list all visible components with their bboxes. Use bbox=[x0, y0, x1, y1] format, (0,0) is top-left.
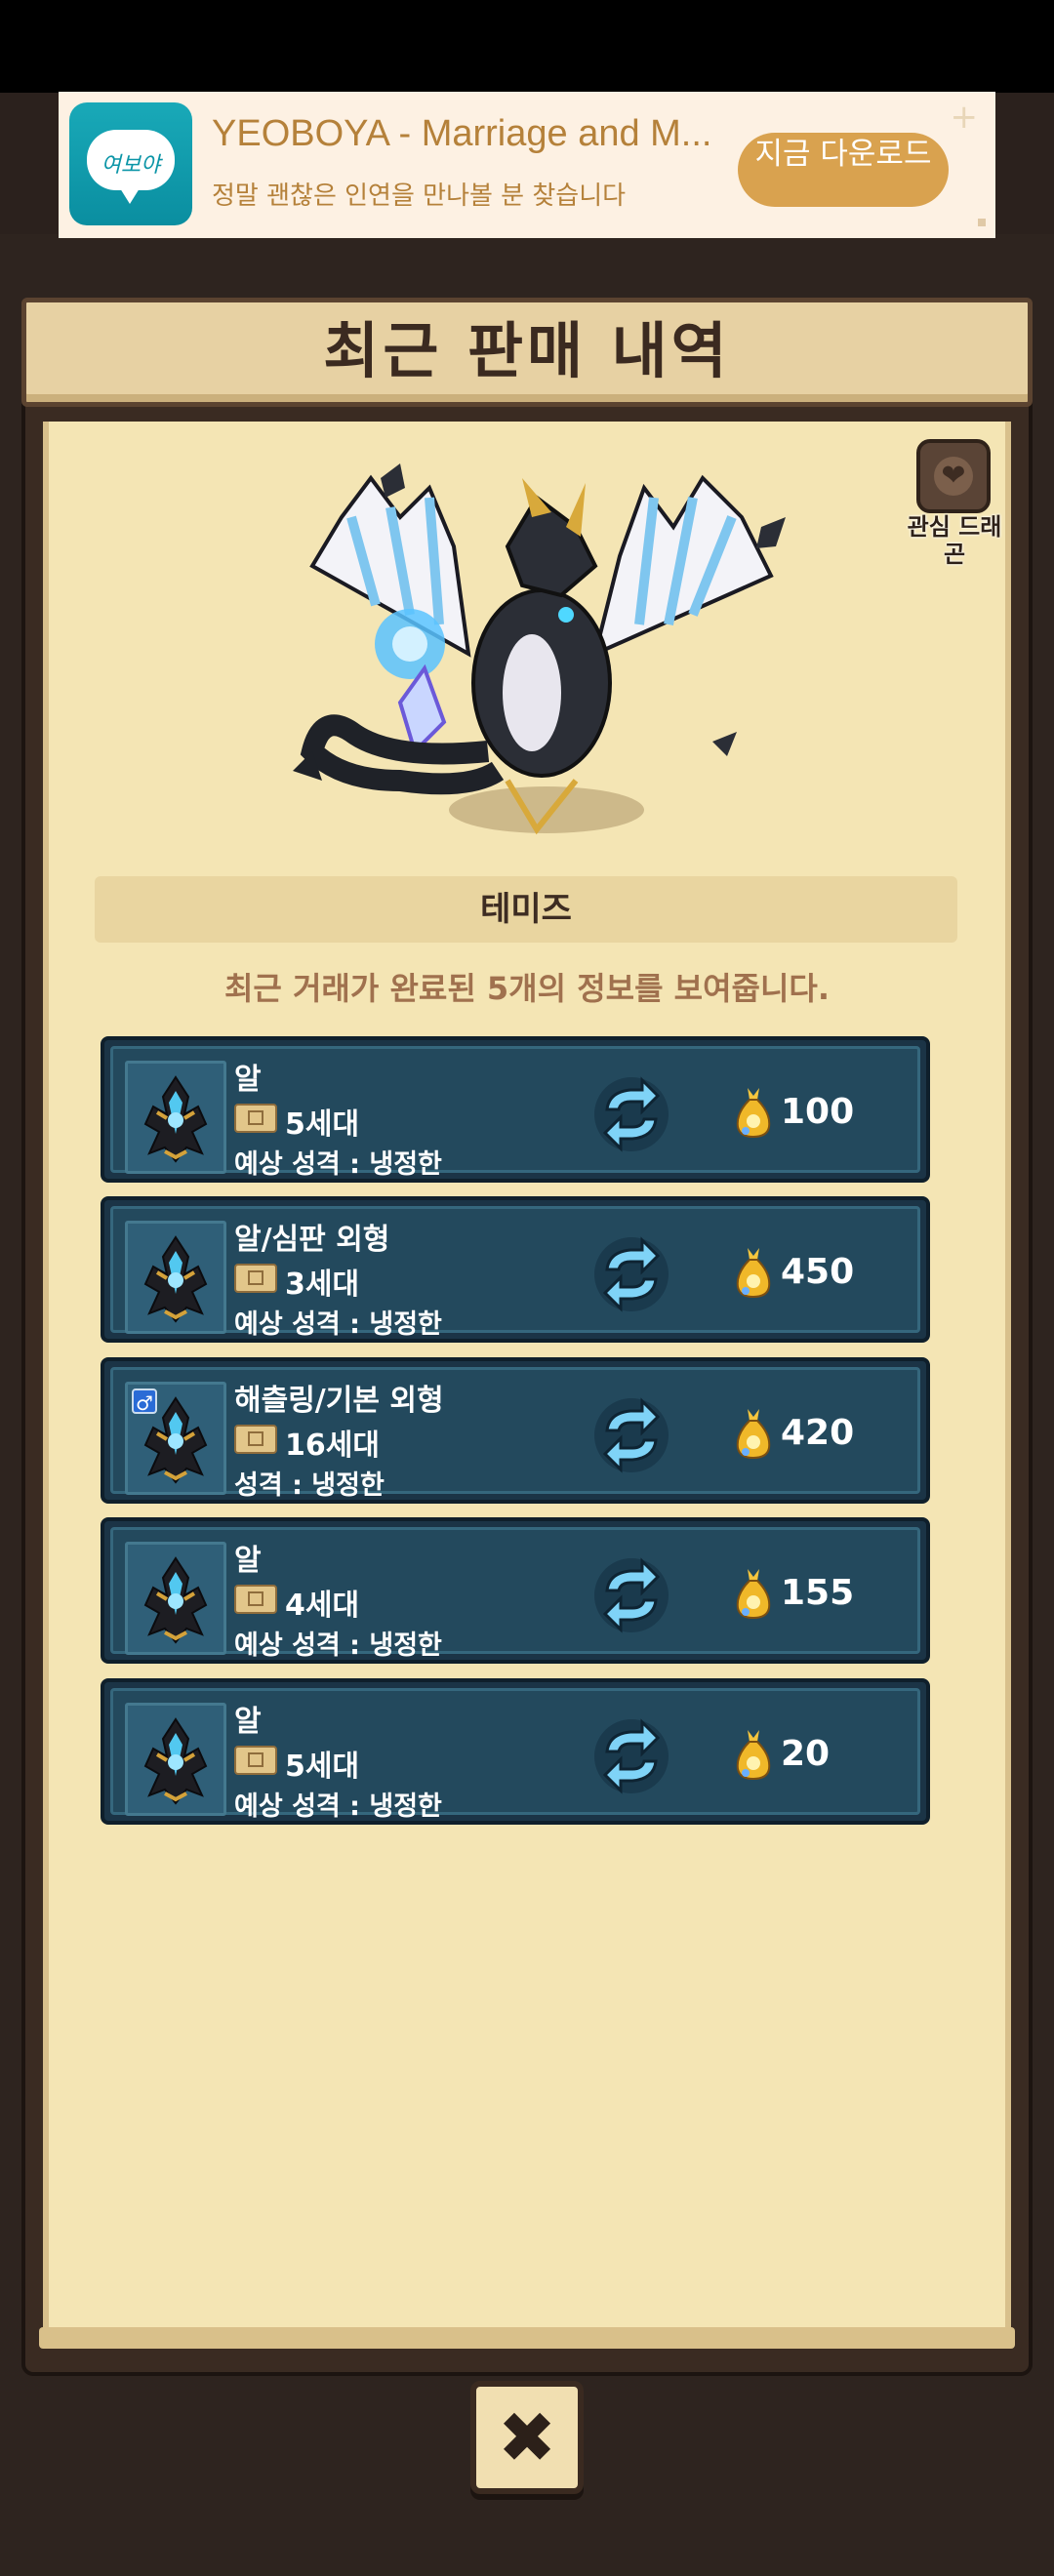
sale-row-inner: 알 5세대 예상 성격 : 냉정한 20 bbox=[110, 1688, 920, 1822]
sales-info-text: 최근 거래가 완료된 5개의 정보를 보여줍니다. bbox=[223, 970, 831, 1007]
sale-item-generation: 16세대 bbox=[285, 1429, 380, 1463]
egg-thumbnail bbox=[125, 1221, 226, 1334]
sale-price: 420 bbox=[781, 1413, 855, 1453]
gold-bag-icon bbox=[736, 1409, 771, 1460]
sale-price: 100 bbox=[781, 1092, 855, 1132]
male-gender-icon: ♂ bbox=[132, 1389, 157, 1415]
dragon-egg-icon bbox=[143, 1075, 208, 1163]
ad-info-icon[interactable] bbox=[978, 219, 986, 226]
dragon-name: 테미즈 bbox=[480, 890, 572, 929]
sale-item-generation: 5세대 bbox=[285, 1750, 360, 1784]
trade-swap-icon bbox=[594, 1076, 669, 1152]
sale-item-personality: 예상 성격 : 냉정한 bbox=[234, 1791, 442, 1822]
sale-price: 450 bbox=[781, 1252, 855, 1292]
status-bar bbox=[0, 0, 1054, 93]
sale-item-name: 알 bbox=[234, 1544, 262, 1578]
sale-row-inner: ♂ 해츨링/기본 외형 16세대 성격 : 냉정한 420 bbox=[110, 1367, 920, 1501]
sale-item-personality: 성격 : 냉정한 bbox=[234, 1470, 385, 1501]
sale-item-personality: 예상 성격 : 냉정한 bbox=[234, 1149, 442, 1180]
egg-thumbnail bbox=[125, 1542, 226, 1655]
sale-row-inner: 알 4세대 예상 성격 : 냉정한 155 bbox=[110, 1527, 920, 1661]
generation-icon bbox=[234, 1425, 277, 1454]
sale-row[interactable]: 알/심판 외형 3세대 예상 성격 : 냉정한 450 bbox=[101, 1196, 930, 1343]
trade-swap-icon bbox=[594, 1557, 669, 1633]
ad-download-button[interactable]: 지금 다운로드 bbox=[738, 133, 949, 207]
egg-thumbnail bbox=[125, 1061, 226, 1174]
generation-icon bbox=[234, 1264, 277, 1293]
ad-app-icon: 여보야 bbox=[69, 102, 192, 225]
sale-item-personality: 예상 성격 : 냉정한 bbox=[234, 1309, 442, 1340]
sale-row[interactable]: 알 4세대 예상 성격 : 냉정한 155 bbox=[101, 1517, 930, 1664]
favorite-dragon-button[interactable]: ❤ bbox=[916, 439, 991, 513]
ad-plus-icon: + bbox=[950, 98, 979, 137]
gold-bag-icon bbox=[736, 1088, 771, 1139]
sale-item-name: 알/심판 외형 bbox=[234, 1223, 390, 1257]
sale-row-inner: 알 5세대 예상 성격 : 냉정한 100 bbox=[110, 1046, 920, 1180]
trade-swap-icon bbox=[594, 1397, 669, 1473]
ad-banner[interactable]: 여보야 YEOBOYA - Marriage and M... 정말 괜찮은 인… bbox=[59, 92, 995, 238]
gold-bag-icon bbox=[736, 1248, 771, 1299]
gold-bag-icon bbox=[736, 1569, 771, 1620]
gold-bag-icon bbox=[736, 1730, 771, 1781]
sale-price: 155 bbox=[781, 1573, 855, 1613]
sale-item-name: 알 bbox=[234, 1705, 262, 1739]
sale-item-generation: 4세대 bbox=[285, 1589, 360, 1623]
close-icon: ✖ bbox=[497, 2396, 557, 2478]
dragon-egg-icon bbox=[143, 1556, 208, 1644]
sale-item-personality: 예상 성격 : 냉정한 bbox=[234, 1630, 442, 1661]
sale-row-inner: 알/심판 외형 3세대 예상 성격 : 냉정한 450 bbox=[110, 1206, 920, 1340]
page-title: 최근 판매 내역 bbox=[323, 315, 731, 386]
sale-row[interactable]: 알 5세대 예상 성격 : 냉정한 100 bbox=[101, 1036, 930, 1183]
sale-row[interactable]: ♂ 해츨링/기본 외형 16세대 성격 : 냉정한 420 bbox=[101, 1357, 930, 1504]
generation-icon bbox=[234, 1746, 277, 1775]
sale-item-generation: 3세대 bbox=[285, 1268, 360, 1302]
sale-item-name: 알 bbox=[234, 1063, 262, 1097]
sale-item-name: 해츨링/기본 외형 bbox=[234, 1384, 444, 1418]
heart-icon: ❤ bbox=[934, 457, 973, 496]
dragon-egg-icon bbox=[143, 1235, 208, 1323]
parchment-bottom-edge bbox=[39, 2327, 1015, 2349]
dragon-egg-icon bbox=[143, 1717, 208, 1805]
trade-swap-icon bbox=[594, 1718, 669, 1794]
ad-logo-text: 여보야 bbox=[101, 153, 161, 178]
ad-title: YEOBOYA - Marriage and M... bbox=[212, 113, 712, 154]
favorite-dragon-label: 관심 드래곤 bbox=[907, 513, 1002, 568]
hatchling-thumbnail: ♂ bbox=[125, 1382, 226, 1495]
close-button[interactable]: ✖ bbox=[470, 2381, 584, 2494]
sale-row[interactable]: 알 5세대 예상 성격 : 냉정한 20 bbox=[101, 1678, 930, 1825]
generation-icon bbox=[234, 1585, 277, 1614]
sale-price: 20 bbox=[781, 1734, 831, 1774]
generation-icon bbox=[234, 1104, 277, 1133]
ad-subtitle: 정말 괜찮은 인연을 만나볼 분 찾습니다 bbox=[212, 181, 627, 211]
egg-thumbnail bbox=[125, 1703, 226, 1816]
sale-item-generation: 5세대 bbox=[285, 1107, 360, 1142]
dragon-illustration bbox=[293, 463, 786, 835]
trade-swap-icon bbox=[594, 1236, 669, 1312]
